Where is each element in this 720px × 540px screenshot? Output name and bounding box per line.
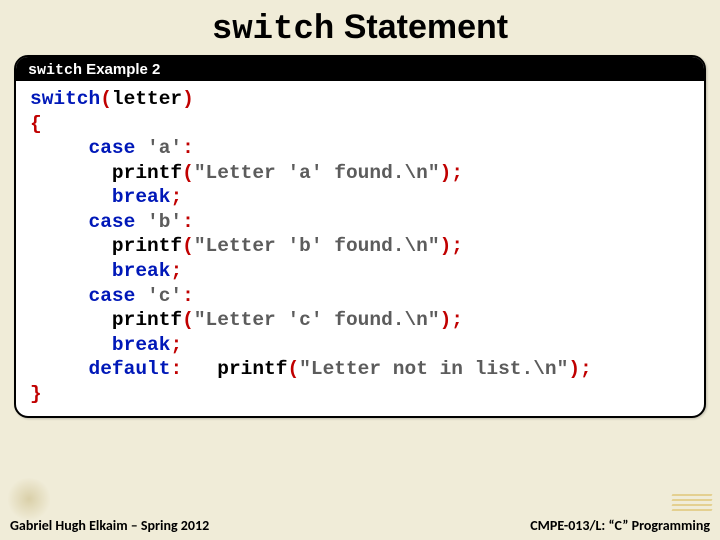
- code-punct: (: [182, 235, 194, 257]
- code-ident: printf: [112, 309, 182, 331]
- code-kw: break: [112, 334, 171, 356]
- slide-title: switch Statement: [10, 8, 710, 49]
- title-mono: switch: [212, 11, 334, 49]
- code-punct: :: [182, 137, 194, 159]
- code-str: "Letter 'a' found.\n": [194, 162, 440, 184]
- code-punct: :: [182, 211, 194, 233]
- decorative-seal: [6, 478, 52, 520]
- code-punct: (: [100, 88, 112, 110]
- code-ident: printf: [112, 162, 182, 184]
- example-box: switch Example 2 switch(letter) { case '…: [14, 55, 706, 418]
- code-punct: (: [182, 309, 194, 331]
- code-ident: letter: [112, 88, 182, 110]
- code-kw: default: [89, 358, 171, 380]
- code-punct: );: [568, 358, 591, 380]
- title-rest: Statement: [334, 8, 508, 46]
- code-punct: ;: [170, 186, 182, 208]
- code-punct: );: [440, 162, 463, 184]
- code-str: "Letter not in list.\n": [299, 358, 568, 380]
- code-punct: );: [440, 235, 463, 257]
- code-kw: case: [89, 285, 136, 307]
- code-punct: );: [440, 309, 463, 331]
- footer-left: Gabriel Hugh Elkaim – Spring 2012: [10, 517, 209, 534]
- code-kw: switch: [30, 88, 100, 110]
- code-punct: :: [182, 285, 194, 307]
- example-label-rest: Example 2: [82, 61, 160, 78]
- example-header: switch Example 2: [16, 57, 704, 81]
- code-lit: 'c': [147, 285, 182, 307]
- code-str: "Letter 'c' found.\n": [194, 309, 440, 331]
- slide-footer: Gabriel Hugh Elkaim – Spring 2012 CMPE-0…: [0, 517, 720, 534]
- code-punct: {: [30, 113, 42, 135]
- code-punct: :: [170, 358, 182, 380]
- code-ident: printf: [217, 358, 287, 380]
- code-kw: break: [112, 260, 171, 282]
- code-punct: (: [182, 162, 194, 184]
- code-punct: ;: [170, 260, 182, 282]
- code-punct: (: [287, 358, 299, 380]
- code-kw: break: [112, 186, 171, 208]
- code-kw: case: [89, 137, 136, 159]
- code-lit: 'a': [147, 137, 182, 159]
- slide: switch Statement switch Example 2 switch…: [0, 0, 720, 540]
- code-punct: }: [30, 383, 42, 405]
- code-punct: ): [182, 88, 194, 110]
- code-lit: 'b': [147, 211, 182, 233]
- code-area: switch(letter) { case 'a': printf("Lette…: [16, 81, 704, 416]
- example-label-mono: switch: [28, 62, 82, 79]
- code-kw: case: [89, 211, 136, 233]
- code-punct: ;: [170, 334, 182, 356]
- footer-right: CMPE-013/L: “C” Programming: [530, 517, 710, 534]
- code-str: "Letter 'b' found.\n": [194, 235, 440, 257]
- code-ident: printf: [112, 235, 182, 257]
